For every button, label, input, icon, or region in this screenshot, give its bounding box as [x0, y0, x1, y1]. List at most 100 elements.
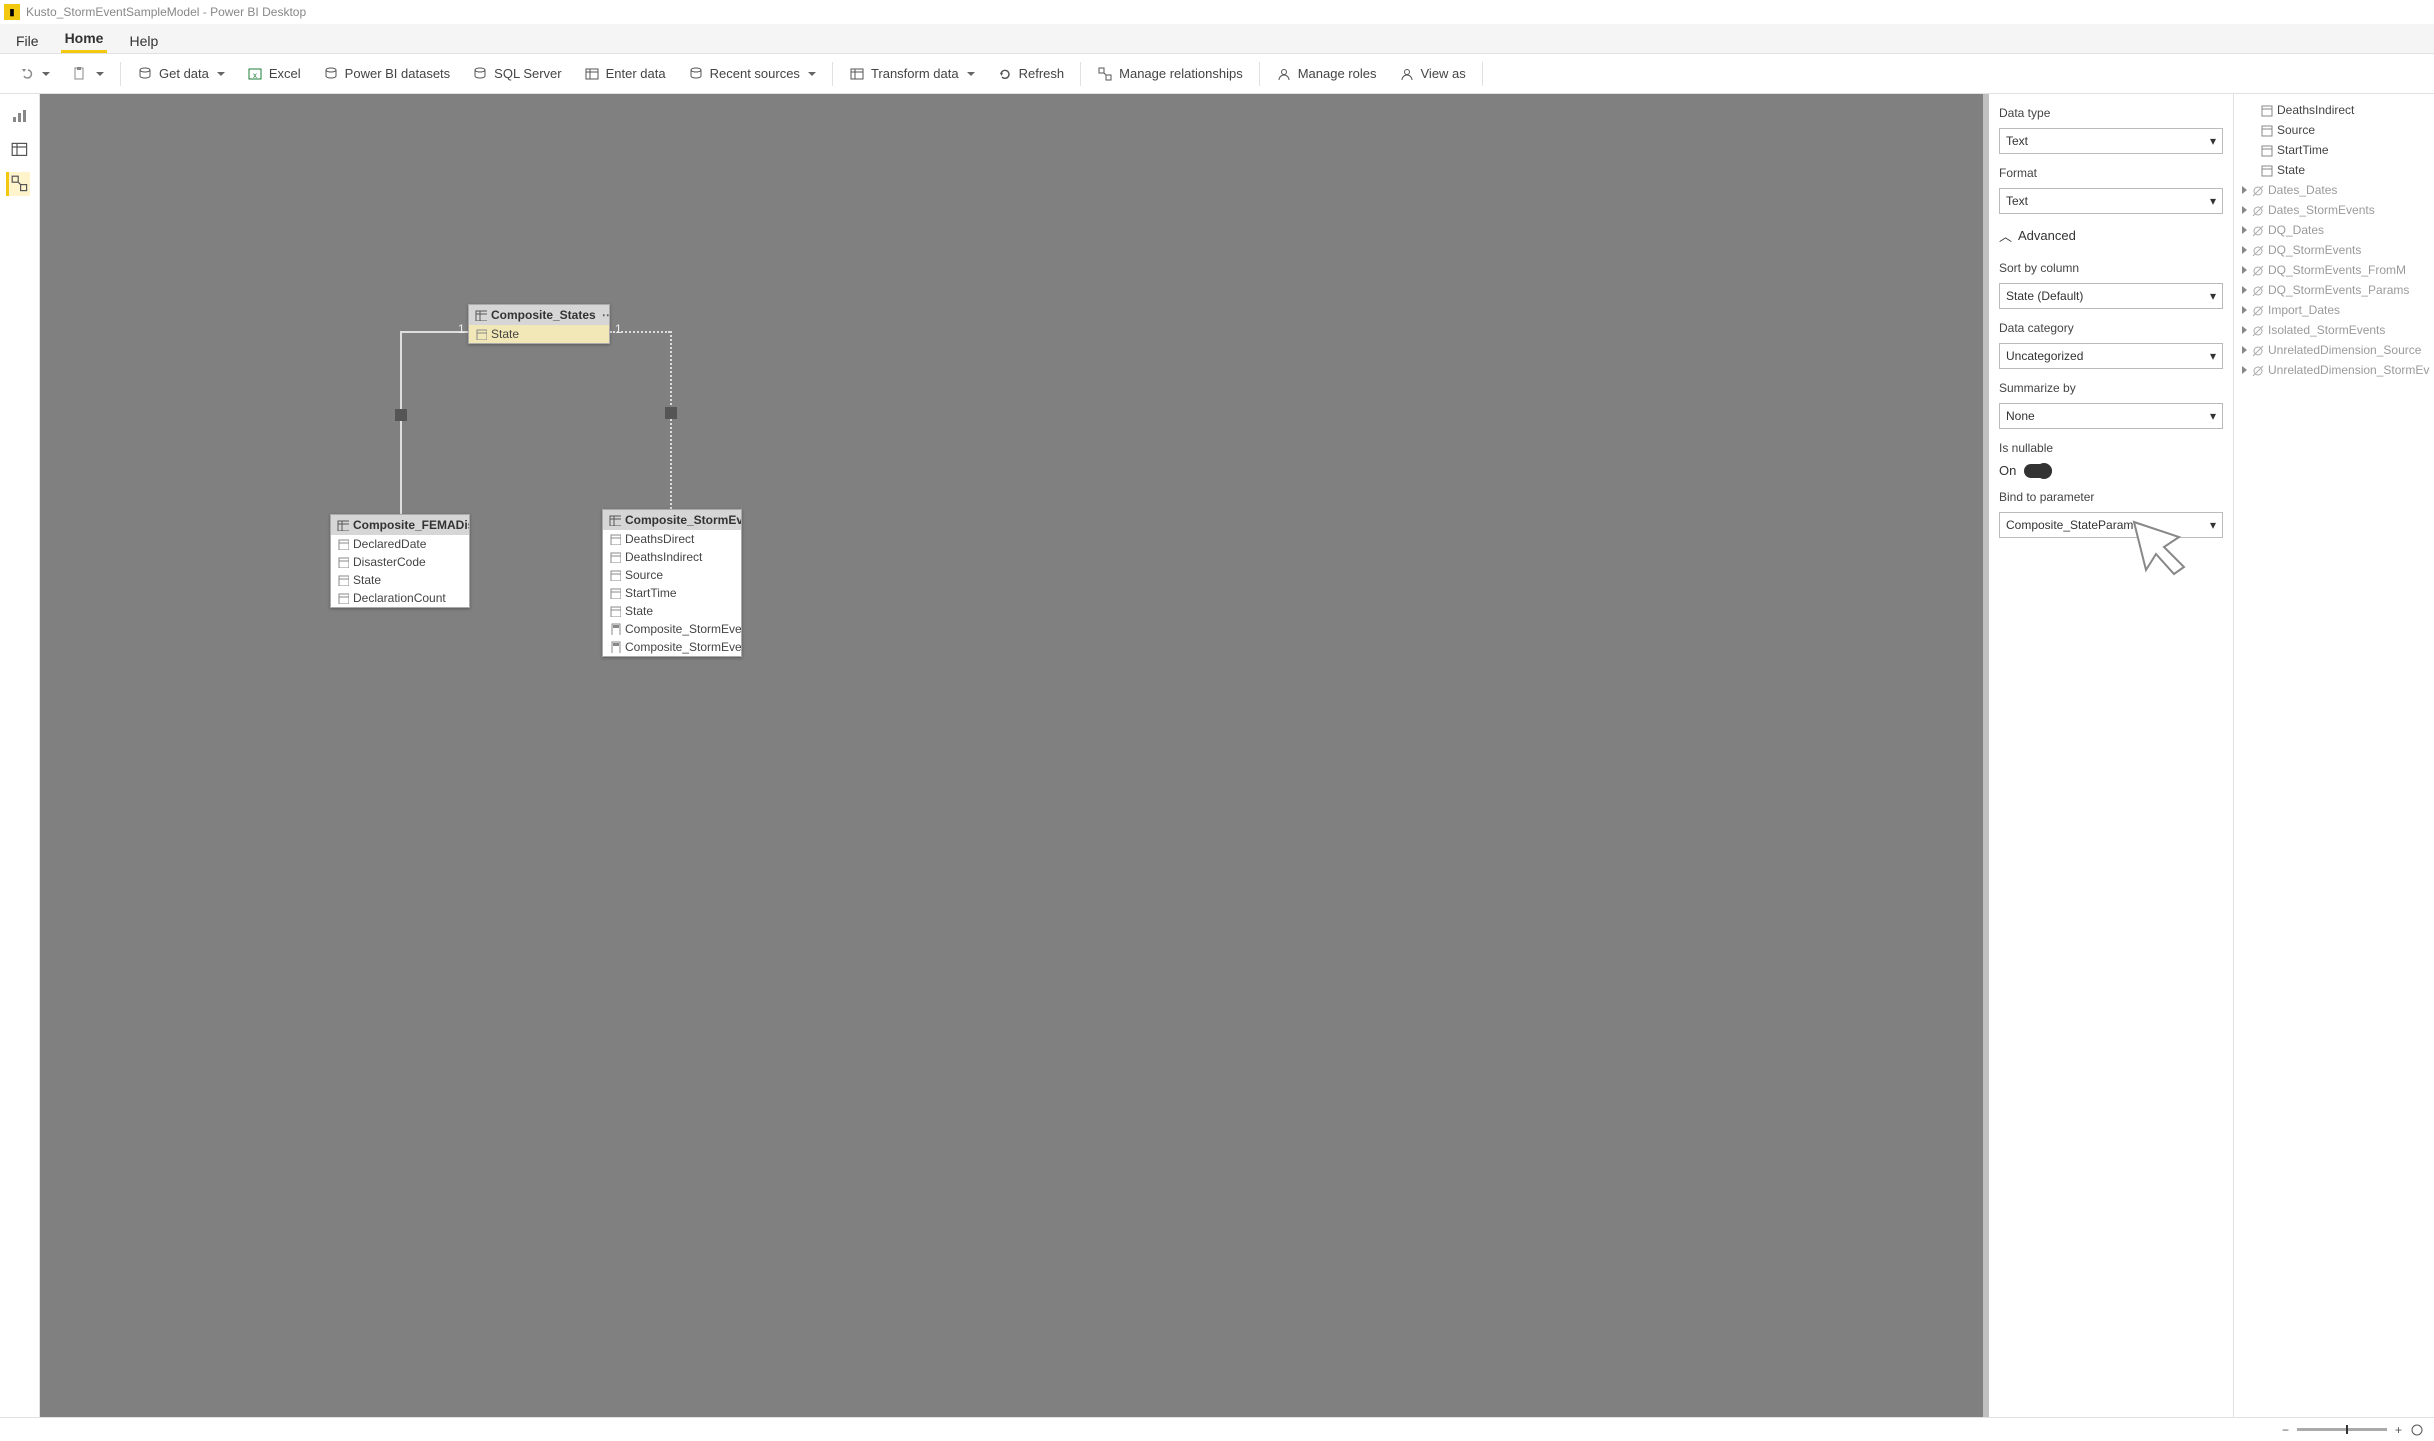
field-table[interactable]: Import_Dates — [2238, 300, 2430, 320]
table-column[interactable]: Composite_StormEventsC... — [603, 638, 741, 656]
field-column[interactable]: StartTime — [2238, 140, 2430, 160]
field-table[interactable]: DQ_StormEvents_FromM — [2238, 260, 2430, 280]
format-select[interactable]: Text ▾ — [1999, 188, 2223, 214]
field-column[interactable]: DeathsIndirect — [2238, 100, 2430, 120]
manage-relationships-button[interactable]: Manage relationships — [1087, 58, 1253, 90]
undo-button[interactable] — [8, 58, 60, 90]
field-table[interactable]: Dates_Dates — [2238, 180, 2430, 200]
transform-data-button[interactable]: Transform data — [839, 58, 985, 90]
field-name: Isolated_StormEvents — [2268, 323, 2385, 337]
model-table-composite_states[interactable]: Composite_States⋯State — [468, 304, 610, 344]
data-view-button[interactable] — [8, 138, 32, 162]
data-category-select[interactable]: Uncategorized ▾ — [1999, 343, 2223, 369]
table-column[interactable]: State — [603, 602, 741, 620]
hidden-icon — [2251, 284, 2264, 297]
fit-to-page-button[interactable] — [2410, 1423, 2424, 1437]
field-name: DQ_Dates — [2268, 223, 2324, 237]
data-category-label: Data category — [1999, 321, 2223, 335]
table-column[interactable]: State — [469, 325, 609, 343]
select-value: State (Default) — [2006, 289, 2083, 303]
column-name: DisasterCode — [353, 555, 426, 569]
table-header[interactable]: Composite_States⋯ — [469, 305, 609, 325]
table-header[interactable]: Composite_FEMADis...⋯ — [331, 515, 469, 535]
table-column[interactable]: DeathsIndirect — [603, 548, 741, 566]
statusbar: − + — [0, 1417, 2434, 1441]
summarize-label: Summarize by — [1999, 381, 2223, 395]
get-data-button[interactable]: Get data — [127, 58, 235, 90]
table-column[interactable]: Composite_StormEventsC... — [603, 620, 741, 638]
zoom-out-button[interactable]: − — [2282, 1423, 2289, 1437]
manage-roles-button[interactable]: Manage roles — [1266, 58, 1387, 90]
field-table[interactable]: Dates_StormEvents — [2238, 200, 2430, 220]
bind-param-select[interactable]: Composite_StateParam ▾ — [1999, 512, 2223, 538]
column-icon — [2260, 164, 2273, 177]
filter-direction-icon — [395, 409, 407, 421]
enter-data-button[interactable]: Enter data — [574, 58, 676, 90]
excel-button[interactable]: x Excel — [237, 58, 311, 90]
table-menu-button[interactable]: ⋯ — [600, 308, 609, 322]
sort-by-select[interactable]: State (Default) ▾ — [1999, 283, 2223, 309]
field-column[interactable]: State — [2238, 160, 2430, 180]
field-table[interactable]: Isolated_StormEvents — [2238, 320, 2430, 340]
section-label: Advanced — [2018, 228, 2076, 243]
table-column[interactable]: DeclaredDate — [331, 535, 469, 553]
column-icon — [609, 551, 621, 563]
sort-by-label: Sort by column — [1999, 261, 2223, 275]
expand-icon — [2242, 346, 2247, 354]
report-view-button[interactable] — [8, 104, 32, 128]
nullable-toggle[interactable]: On — [1999, 463, 2223, 478]
table-column[interactable]: DeclarationCount — [331, 589, 469, 607]
dataset-icon — [323, 66, 339, 82]
select-value: Composite_StateParam — [2006, 518, 2133, 532]
column-icon — [337, 574, 349, 586]
field-table[interactable]: DQ_StormEvents_Params — [2238, 280, 2430, 300]
hidden-icon — [2251, 304, 2264, 317]
menu-home[interactable]: Home — [61, 24, 108, 53]
table-column[interactable]: State — [331, 571, 469, 589]
zoom-slider[interactable] — [2297, 1428, 2387, 1431]
view-as-button[interactable]: View as — [1389, 58, 1476, 90]
properties-pane: Data type Text ▾ Format Text ▾ ︿ Advance… — [1989, 94, 2234, 1417]
refresh-button[interactable]: Refresh — [987, 58, 1075, 90]
table-column[interactable]: DeathsDirect — [603, 530, 741, 548]
data-type-label: Data type — [1999, 106, 2223, 120]
model-canvas[interactable]: 1 1 Composite_States⋯StateComposite_FEMA… — [40, 94, 1989, 1417]
recent-sources-button[interactable]: Recent sources — [678, 58, 826, 90]
field-table[interactable]: UnrelatedDimension_StormEvents — [2238, 360, 2430, 380]
table-column[interactable]: DisasterCode — [331, 553, 469, 571]
format-label: Format — [1999, 166, 2223, 180]
table-column[interactable]: StartTime — [603, 584, 741, 602]
summarize-select[interactable]: None ▾ — [1999, 403, 2223, 429]
button-label: Get data — [159, 66, 209, 81]
undo-icon — [18, 66, 34, 82]
expand-icon — [2242, 366, 2247, 374]
expand-icon — [2242, 206, 2247, 214]
menu-help[interactable]: Help — [125, 27, 162, 53]
toggle-state: On — [1999, 463, 2016, 478]
field-table[interactable]: DQ_Dates — [2238, 220, 2430, 240]
table-header[interactable]: Composite_StormEv...⋯ — [603, 510, 741, 530]
field-table[interactable]: DQ_StormEvents — [2238, 240, 2430, 260]
model-view-button[interactable] — [6, 172, 30, 196]
paste-button[interactable] — [62, 58, 114, 90]
sql-server-button[interactable]: SQL Server — [462, 58, 571, 90]
hidden-icon — [2251, 204, 2264, 217]
button-label: Power BI datasets — [345, 66, 451, 81]
expand-icon — [2242, 326, 2247, 334]
model-table-composite_femadis[interactable]: Composite_FEMADis...⋯DeclaredDate Disaste… — [330, 514, 470, 608]
menu-file[interactable]: File — [12, 27, 43, 53]
select-value: Uncategorized — [2006, 349, 2083, 363]
select-value: None — [2006, 409, 2035, 423]
table-icon — [584, 66, 600, 82]
hidden-icon — [2251, 244, 2264, 257]
field-table[interactable]: UnrelatedDimension_Source — [2238, 340, 2430, 360]
cardinality-one: 1 — [615, 322, 622, 336]
pbi-datasets-button[interactable]: Power BI datasets — [313, 58, 461, 90]
field-column[interactable]: Source — [2238, 120, 2430, 140]
advanced-section-toggle[interactable]: ︿ Advanced — [1999, 222, 2223, 249]
data-type-select[interactable]: Text ▾ — [1999, 128, 2223, 154]
table-column[interactable]: Source — [603, 566, 741, 584]
model-table-composite_stormev[interactable]: Composite_StormEv...⋯DeathsDirectDeathsI… — [602, 509, 742, 657]
column-icon — [337, 592, 349, 604]
zoom-in-button[interactable]: + — [2395, 1423, 2402, 1437]
